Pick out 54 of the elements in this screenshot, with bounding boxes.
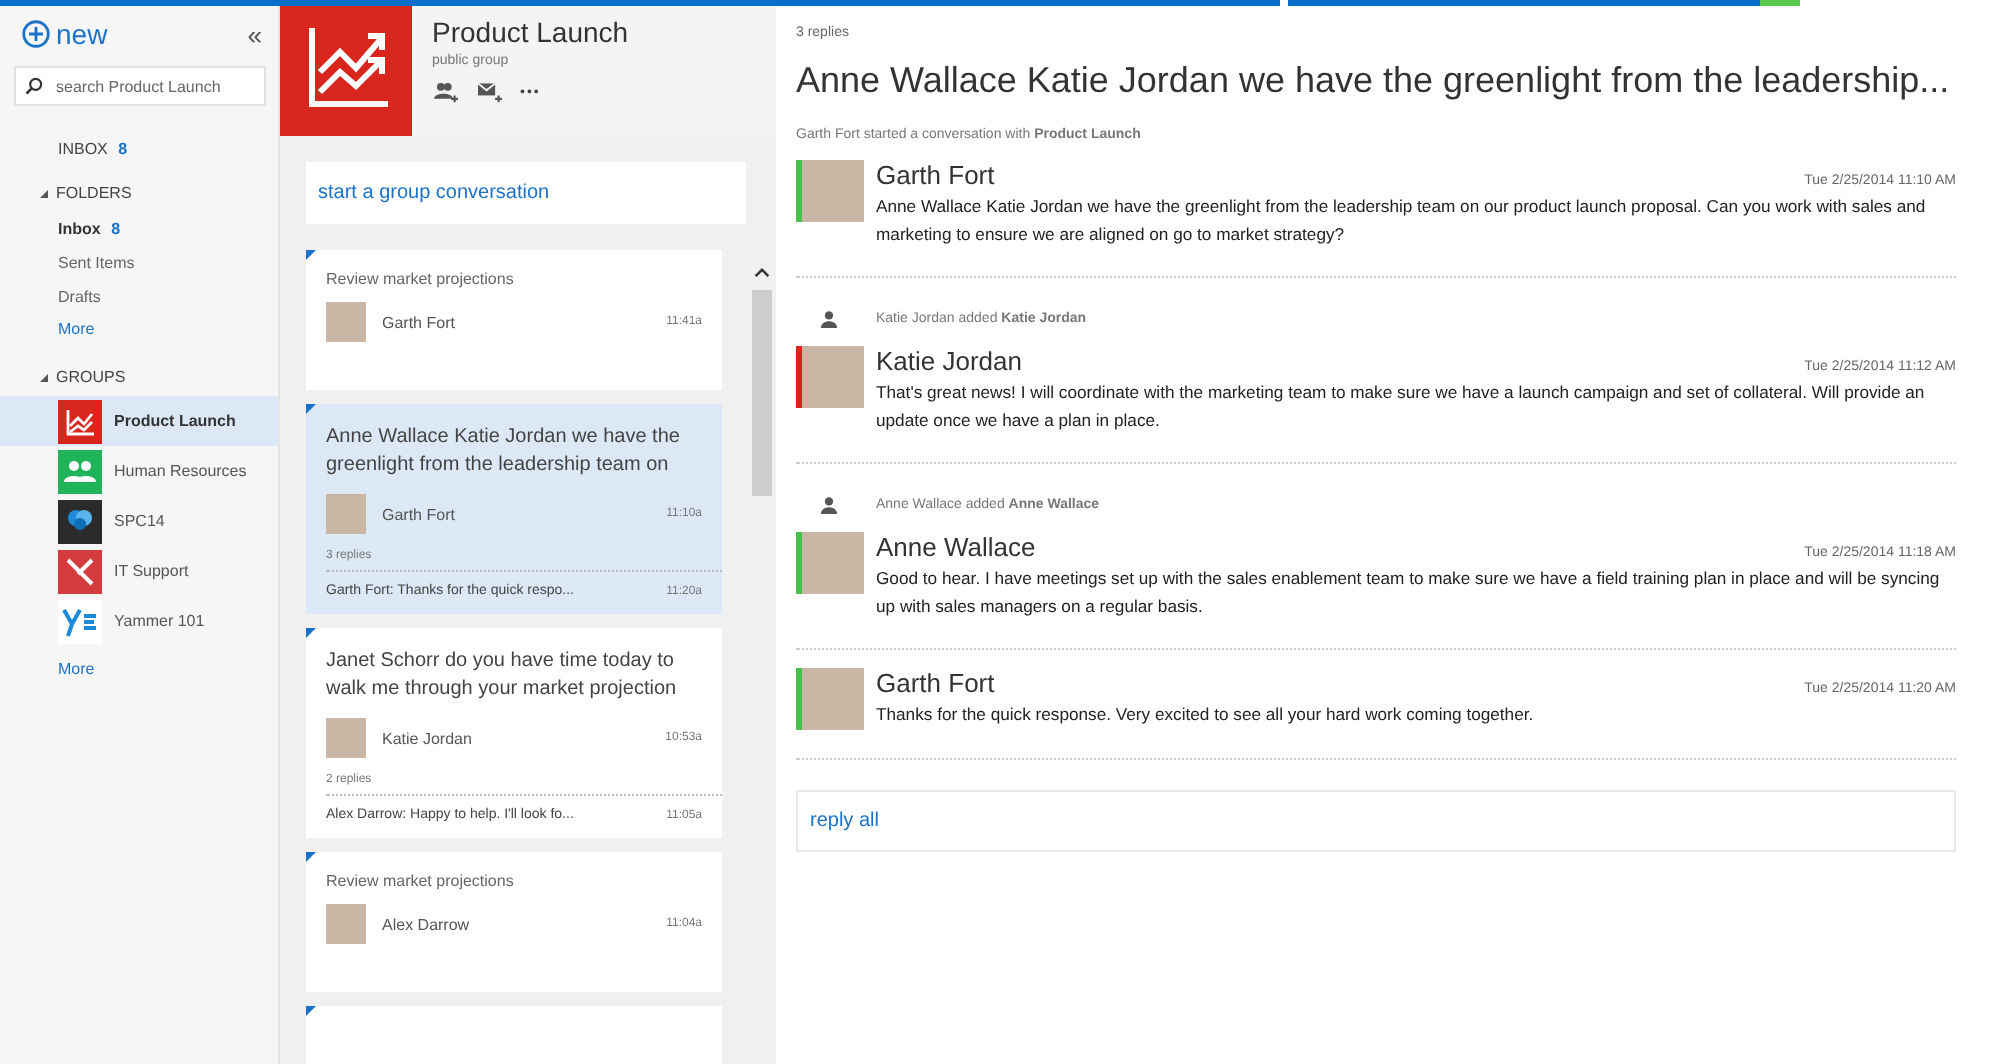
conversation-title: Review market projections: [326, 872, 516, 890]
person-icon: [820, 310, 838, 328]
message-text: That's great news! I will coordinate with the marketing team to make sure we have a launch campaign and set of collateral. Will provide an update once we have a plan in place.: [876, 380, 1927, 434]
author-name: Garth Fort: [876, 668, 995, 698]
author-name: Katie Jordan: [382, 729, 474, 747]
avatar-photo-placeholder: [326, 904, 366, 944]
avatar-photo-placeholder: [326, 718, 366, 758]
message-text: Good to hear. I have meetings set up with the sales enablement team to make sure we have a field training plan in place and will be syncing up with sales managers on a regular basis.: [876, 566, 1942, 620]
more-link[interactable]: More: [58, 314, 278, 344]
conversation-title: Janet Schorr do you have time today to walk me through your market projection: [326, 648, 679, 704]
conversation-heading: Anne Wallace Katie Jordan we have the greenlight from the leadership...: [796, 58, 1952, 104]
search-field[interactable]: search Product Launch: [14, 66, 266, 106]
author-name: Garth Fort: [382, 313, 457, 331]
message-text: Anne Wallace Katie Jordan we have the greenlight from the leadership team on our product launch proposal. Can you work with sales and marketing to ensure we are aligned on go to market strategy?: [876, 194, 1928, 248]
author-name: Katie Jordan: [876, 346, 1022, 376]
group-item[interactable]: Human Resources: [0, 446, 278, 496]
expand-triangle-icon: [40, 189, 48, 197]
avatar-photo-placeholder: [802, 346, 864, 408]
author-name: Alex Darrow: [382, 915, 472, 933]
conversation-title: Anne Wallace Katie Jordan we have the greenlight from the leadership team on: [326, 424, 682, 480]
scroll-up-icon[interactable]: [754, 268, 770, 278]
compose-field[interactable]: start a group conversation: [306, 162, 746, 224]
group-item[interactable]: IT Support: [0, 546, 278, 596]
group-item[interactable]: SPC14: [0, 496, 278, 546]
collapse-button[interactable]: «: [247, 19, 262, 49]
group-item[interactable]: Yammer 101: [0, 596, 278, 646]
scrollbar-thumb[interactable]: [752, 290, 772, 496]
groups-header[interactable]: GROUPS: [40, 368, 278, 386]
reply-field[interactable]: reply all: [796, 790, 1956, 852]
add-people-icon[interactable]: [432, 80, 460, 104]
avatar-photo-placeholder: [326, 494, 366, 534]
person-icon: [820, 496, 838, 514]
avatar-photo-placeholder: [326, 302, 366, 342]
group-title: Product Launch: [432, 16, 629, 48]
inbox-link[interactable]: INBOX 8: [58, 140, 278, 158]
more-link[interactable]: More: [58, 654, 278, 684]
folder-item[interactable]: Inbox 8: [58, 212, 278, 246]
plus-circle-icon: [22, 20, 50, 48]
avatar-photo-placeholder: [802, 668, 864, 730]
folders-header[interactable]: FOLDERS: [40, 184, 278, 202]
author-name: Garth Fort: [382, 505, 457, 523]
group-item[interactable]: Product Launch: [0, 396, 278, 446]
mail-add-icon[interactable]: [476, 80, 504, 104]
author-name: Garth Fort: [876, 160, 995, 190]
author-name: Anne Wallace: [876, 532, 1036, 562]
folder-item[interactable]: Drafts: [58, 280, 278, 314]
avatar-photo-placeholder: [802, 532, 864, 594]
search-icon: [24, 76, 44, 96]
expand-triangle-icon: [40, 373, 48, 381]
folder-item[interactable]: Sent Items: [58, 246, 278, 280]
avatar-photo-placeholder: [802, 160, 864, 222]
message-text: Thanks for the quick response. Very excited to see all your hard work coming together.: [876, 702, 1536, 728]
new-button[interactable]: new: [22, 18, 108, 50]
conversation-title: Review market projections: [326, 270, 516, 288]
